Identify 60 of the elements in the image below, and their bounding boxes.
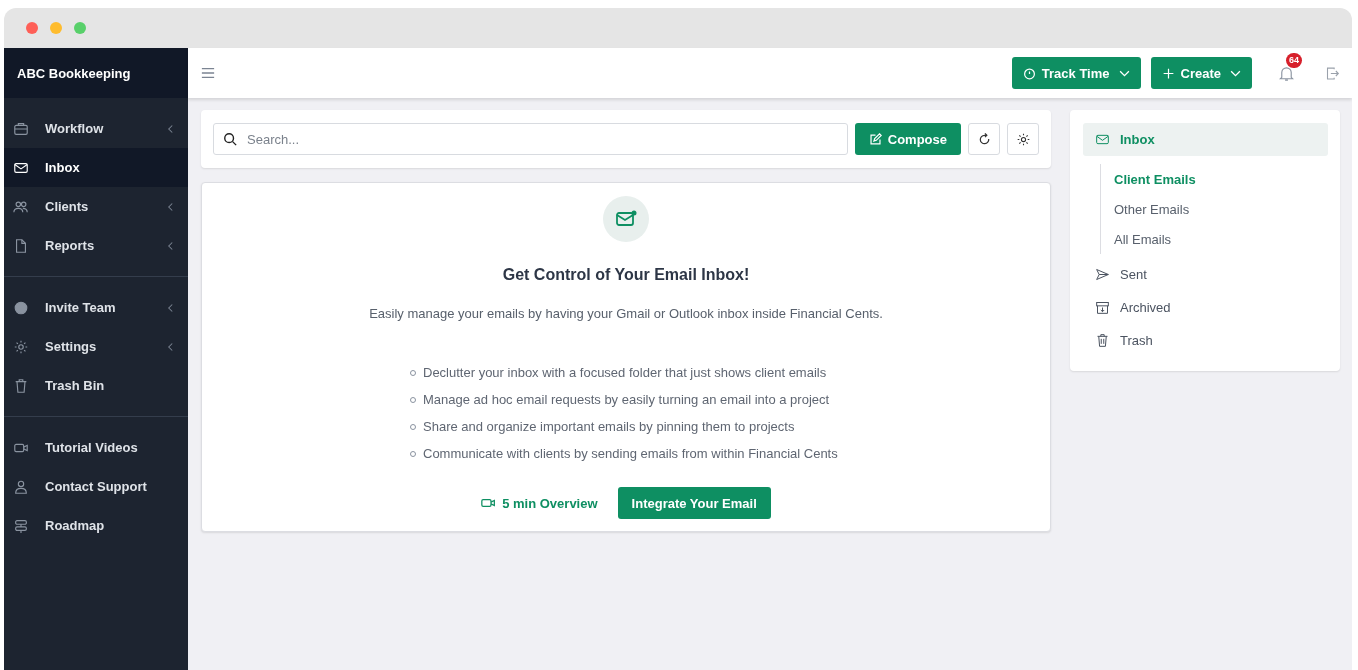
- empty-state-title: Get Control of Your Email Inbox!: [502, 266, 750, 284]
- overview-link[interactable]: 5 min Overview: [481, 495, 598, 511]
- settings-button[interactable]: [1007, 123, 1039, 155]
- sidebar-item[interactable]: Invite Team: [4, 288, 188, 327]
- sidebar-item[interactable]: Clients: [4, 187, 188, 226]
- search-field[interactable]: Search...: [213, 123, 848, 155]
- document-icon: [13, 237, 29, 254]
- video-camera-icon: [481, 497, 497, 509]
- chevron-left-icon: [167, 123, 174, 134]
- chevron-left-icon: [167, 201, 174, 212]
- caret-icon: [1230, 69, 1241, 77]
- feature-bullet: Communicate with clients by sending emails from within Financial Cents: [423, 446, 838, 461]
- send-icon: [1095, 267, 1110, 282]
- subfolder-item[interactable]: Other Emails: [1114, 194, 1328, 224]
- plus-icon: [1161, 66, 1175, 80]
- integrate-email-button[interactable]: Integrate Your Email: [617, 487, 771, 519]
- chevron-left-icon: [167, 341, 174, 352]
- folder-item[interactable]: Sent: [1083, 258, 1328, 291]
- search-icon: [223, 132, 237, 146]
- signpost-icon: [13, 517, 29, 534]
- person-icon: [13, 478, 29, 495]
- feature-bullet: Manage ad hoc email requests by easily turning an email into a project: [423, 392, 830, 407]
- bell-icon[interactable]: [1278, 64, 1295, 82]
- sidebar-item[interactable]: Tutorial Videos: [4, 428, 188, 467]
- archive-box-icon: [1095, 300, 1110, 315]
- refresh-button[interactable]: [968, 123, 1000, 155]
- edit-icon: [868, 132, 882, 146]
- brand-name: ABC Bookkeeping: [17, 65, 131, 81]
- sidebar-item[interactable]: Roadmap: [4, 506, 188, 545]
- trash-icon: [13, 377, 29, 394]
- folder-item[interactable]: Trash: [1083, 324, 1328, 357]
- sidebar-item[interactable]: Settings: [4, 327, 188, 366]
- sidebar-item[interactable]: Inbox: [4, 148, 188, 187]
- sidebar-item[interactable]: Contact Support: [4, 467, 188, 506]
- subfolder-item[interactable]: All Emails: [1114, 224, 1328, 254]
- sidebar-item[interactable]: Trash Bin: [4, 366, 188, 405]
- notification-badge: 64: [1286, 52, 1302, 68]
- logout-icon[interactable]: [1325, 65, 1340, 81]
- users-icon: [13, 198, 29, 215]
- stopwatch-icon: [1022, 66, 1036, 80]
- folder-item[interactable]: Inbox: [1083, 123, 1328, 156]
- sidebar-item[interactable]: Reports: [4, 226, 188, 265]
- menu-icon[interactable]: [201, 67, 215, 79]
- folder-item[interactable]: Archived: [1083, 291, 1328, 324]
- caret-icon: [1118, 69, 1130, 77]
- close-window-button[interactable]: [26, 22, 38, 34]
- feature-bullet: Share and organize important emails by pinning them to projects: [423, 419, 795, 434]
- trash-icon: [1095, 333, 1110, 348]
- chevron-left-icon: [167, 302, 174, 313]
- sidebar-item[interactable]: Workflow: [4, 109, 188, 148]
- feature-bullet: Declutter your inbox with a focused folder that just shows client emails: [423, 365, 827, 380]
- track-time-button[interactable]: Track Time: [1011, 57, 1141, 89]
- chevron-left-icon: [167, 240, 174, 251]
- compose-button[interactable]: Compose: [854, 123, 961, 155]
- envelope-icon: [1095, 132, 1110, 147]
- empty-state-description: Easily manage your emails by having your Gmail or Outlook inbox inside Financial Cents.: [369, 306, 883, 321]
- create-button[interactable]: Create: [1150, 57, 1252, 89]
- subfolder-item[interactable]: Client Emails: [1114, 164, 1328, 194]
- mail-notification-icon: [603, 196, 649, 242]
- briefcase-icon: [13, 120, 29, 137]
